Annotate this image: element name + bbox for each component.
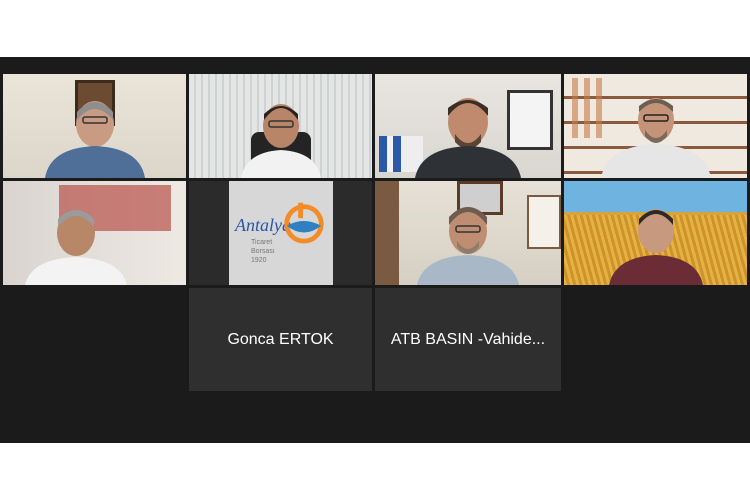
participant-figure bbox=[240, 104, 321, 178]
logo-emblem bbox=[284, 202, 324, 244]
participant-figure bbox=[417, 207, 519, 285]
logo-year: 1920 bbox=[251, 257, 267, 264]
participant-name-tile-1[interactable]: Gonca ERTOK bbox=[189, 288, 372, 391]
bottom-white-band bbox=[0, 443, 750, 500]
participant-video-1[interactable] bbox=[3, 74, 186, 178]
participant-video-4[interactable] bbox=[564, 74, 747, 178]
logo-sub-line1: Ticaret bbox=[251, 239, 273, 246]
participant-video-3-active-speaker[interactable] bbox=[375, 74, 561, 178]
participant-name: Gonca ERTOK bbox=[227, 330, 334, 348]
logo-sub-line2: Borsası bbox=[251, 248, 275, 255]
participant-figure bbox=[608, 209, 703, 285]
participant-figure bbox=[25, 210, 128, 285]
participant-video-5[interactable] bbox=[3, 181, 186, 285]
bookcase bbox=[375, 181, 399, 285]
participant-video-8[interactable] bbox=[564, 181, 747, 285]
participant-figure bbox=[44, 101, 145, 178]
participant-figure bbox=[600, 98, 711, 178]
participant-video-2[interactable] bbox=[189, 74, 372, 178]
participant-figure bbox=[415, 98, 521, 178]
top-white-band bbox=[0, 0, 750, 57]
participant-name: ATB BASIN -Vahide... bbox=[390, 330, 546, 348]
participant-name-tile-2[interactable]: ATB BASIN -Vahide... bbox=[375, 288, 561, 391]
participant-video-7[interactable] bbox=[375, 181, 561, 285]
video-meeting-grid: Antalya Ticaret Borsası 1920 Gonca ERTOK… bbox=[0, 57, 750, 443]
participant-logo-tile[interactable]: Antalya Ticaret Borsası 1920 bbox=[189, 181, 372, 285]
notes-board bbox=[527, 195, 561, 249]
antalya-ticaret-borsasi-logo: Antalya Ticaret Borsası 1920 bbox=[229, 181, 333, 285]
